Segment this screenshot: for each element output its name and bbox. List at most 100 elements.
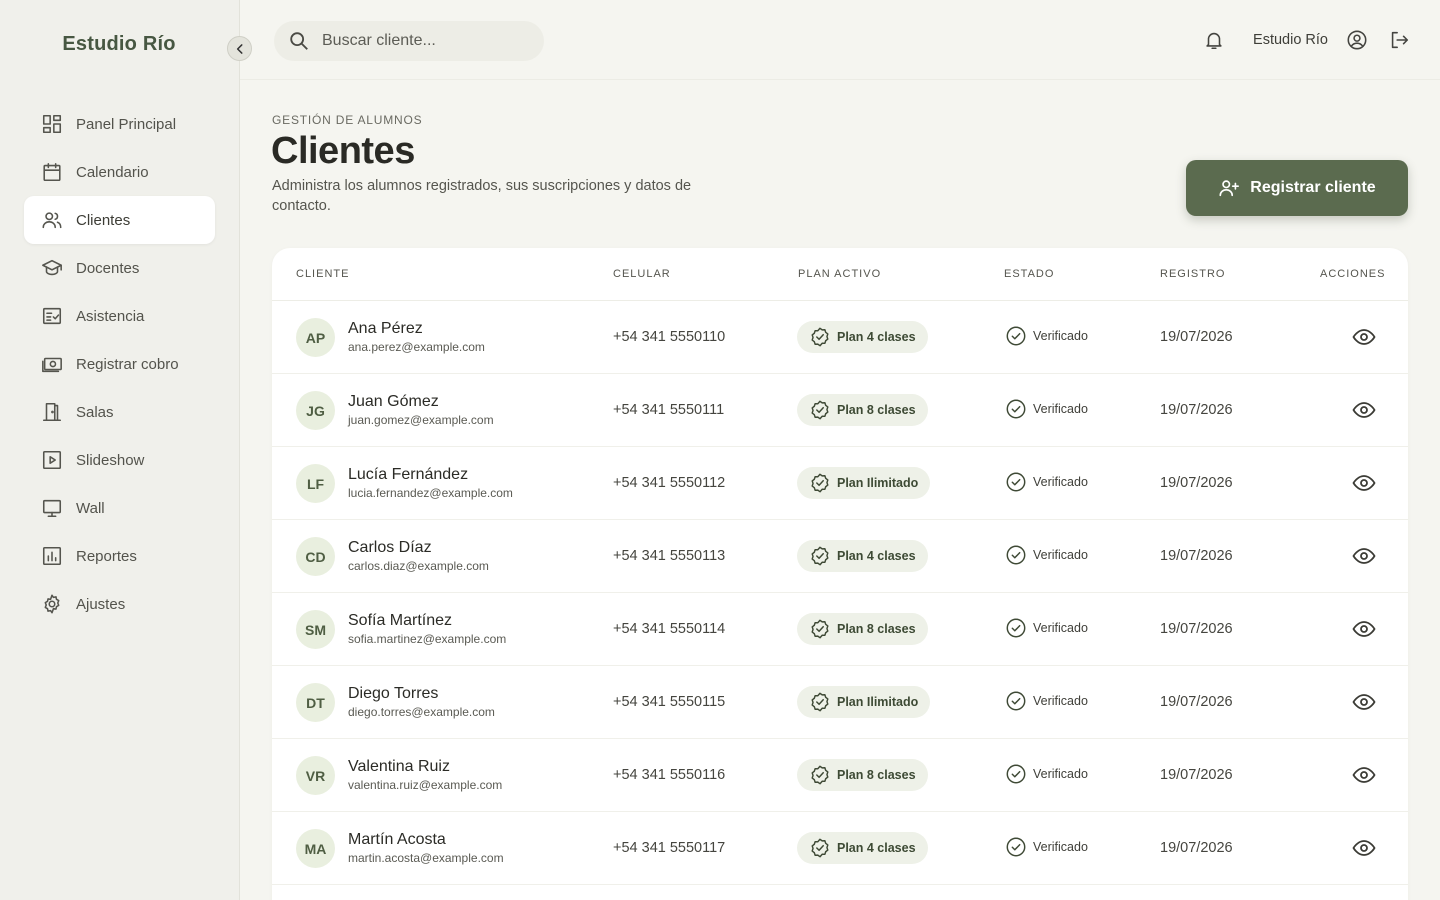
sidebar-item-label: Slideshow: [76, 451, 145, 469]
eye-icon: [1352, 402, 1376, 418]
plan-label: Plan Ilimitado: [837, 695, 919, 709]
registration-date: 19/07/2026: [1160, 767, 1233, 783]
sidebar-item-label: Wall: [76, 499, 105, 517]
client-name[interactable]: Sofía Martínez: [348, 612, 452, 630]
studio-name: Estudio Río: [1253, 32, 1328, 48]
chart-icon: [40, 544, 64, 568]
client-name[interactable]: Lucía Fernández: [348, 466, 468, 484]
sidebar: Estudio Río Panel Principal Calendario C…: [0, 0, 240, 900]
registration-date: 19/07/2026: [1160, 694, 1233, 710]
plan-label: Plan 8 clases: [837, 403, 916, 417]
client-name[interactable]: Valentina Ruiz: [348, 758, 450, 776]
eye-icon: [1352, 840, 1376, 856]
plan-label: Plan 4 clases: [837, 549, 916, 563]
page-eyebrow: GESTIÓN DE ALUMNOS: [272, 113, 423, 127]
plan-badge: Plan 4 clases: [797, 540, 928, 572]
table-row[interactable]: VR Valentina Ruiz valentina.ruiz@example…: [272, 739, 1408, 812]
table-row[interactable]: LF Lucía Fernández lucia.fernandez@examp…: [272, 447, 1408, 520]
avatar: CD: [296, 537, 335, 576]
client-phone: +54 341 5550110: [613, 329, 726, 345]
table-row[interactable]: CD Carlos Díaz carlos.diaz@example.com +…: [272, 520, 1408, 593]
sidebar-item-panel-principal[interactable]: Panel Principal: [24, 100, 215, 148]
status-label: Verificado: [1033, 475, 1088, 489]
dashboard-icon: [40, 112, 64, 136]
sidebar-item-label: Asistencia: [76, 307, 145, 325]
table-row[interactable]: DT Diego Torres diego.torres@example.com…: [272, 666, 1408, 739]
client-name[interactable]: Juan Gómez: [348, 393, 439, 411]
column-header-cliente[interactable]: CLIENTE: [296, 268, 349, 280]
sidebar-item-clientes[interactable]: Clientes: [24, 196, 215, 244]
account-icon[interactable]: [1346, 29, 1368, 51]
plan-badge: Plan 4 clases: [797, 321, 928, 353]
sidebar-item-ajustes[interactable]: Ajustes: [24, 580, 215, 628]
view-client-button[interactable]: [1350, 471, 1378, 495]
view-client-button[interactable]: [1350, 544, 1378, 568]
view-client-button[interactable]: [1350, 763, 1378, 787]
verified-badge-icon: [811, 838, 829, 858]
status-badge: Verificado: [1005, 325, 1088, 347]
search-bar[interactable]: [274, 21, 544, 61]
eye-icon: [1352, 767, 1376, 783]
sidebar-item-docentes[interactable]: Docentes: [24, 244, 215, 292]
view-client-button[interactable]: [1350, 325, 1378, 349]
table-row[interactable]: JG Juan Gómez juan.gomez@example.com +54…: [272, 374, 1408, 447]
verified-badge-icon: [811, 692, 829, 712]
column-header-estado[interactable]: ESTADO: [1004, 268, 1054, 280]
table-row[interactable]: AP Ana Pérez ana.perez@example.com +54 3…: [272, 301, 1408, 374]
sidebar-item-wall[interactable]: Wall: [24, 484, 215, 532]
client-phone: +54 341 5550113: [613, 548, 726, 564]
client-phone: +54 341 5550112: [613, 475, 726, 491]
page-title: Clientes: [271, 130, 415, 172]
plan-label: Plan 4 clases: [837, 841, 916, 855]
client-email: diego.torres@example.com: [348, 705, 495, 719]
sidebar-item-asistencia[interactable]: Asistencia: [24, 292, 215, 340]
view-client-button[interactable]: [1350, 398, 1378, 422]
client-name[interactable]: Diego Torres: [348, 685, 438, 703]
sidebar-item-slideshow[interactable]: Slideshow: [24, 436, 215, 484]
client-name[interactable]: Carlos Díaz: [348, 539, 432, 557]
status-badge: Verificado: [1005, 690, 1088, 712]
register-client-button[interactable]: Registrar cliente: [1186, 160, 1408, 216]
status-label: Verificado: [1033, 767, 1088, 781]
view-client-button[interactable]: [1350, 690, 1378, 714]
checklist-icon: [40, 304, 64, 328]
column-header-registro[interactable]: REGISTRO: [1160, 268, 1225, 280]
sidebar-item-label: Panel Principal: [76, 115, 177, 133]
table-row[interactable]: MA Martín Acosta martin.acosta@example.c…: [272, 812, 1408, 885]
user-plus-icon: [1219, 180, 1240, 197]
verified-badge-icon: [811, 400, 829, 420]
check-circle-icon: [1006, 545, 1026, 565]
logout-icon[interactable]: [1388, 29, 1410, 51]
monitor-icon: [40, 496, 64, 520]
sidebar-item-calendario[interactable]: Calendario: [24, 148, 215, 196]
column-header-plan[interactable]: PLAN ACTIVO: [798, 268, 881, 280]
table-header: CLIENTE CELULAR PLAN ACTIVO ESTADO REGIS…: [272, 248, 1408, 301]
clients-table: CLIENTE CELULAR PLAN ACTIVO ESTADO REGIS…: [272, 248, 1408, 900]
sidebar-item-reportes[interactable]: Reportes: [24, 532, 215, 580]
verified-badge-icon: [811, 619, 829, 639]
sidebar-item-registrar-cobro[interactable]: Registrar cobro: [24, 340, 215, 388]
sidebar-item-salas[interactable]: Salas: [24, 388, 215, 436]
client-name[interactable]: Martín Acosta: [348, 831, 446, 849]
view-client-button[interactable]: [1350, 617, 1378, 641]
search-input[interactable]: [322, 32, 532, 50]
search-icon: [290, 32, 308, 50]
plan-badge: Plan 8 clases: [797, 759, 928, 791]
client-email: martin.acosta@example.com: [348, 851, 504, 865]
status-label: Verificado: [1033, 840, 1088, 854]
sidebar-item-label: Calendario: [76, 163, 149, 181]
table-row[interactable]: SM Sofía Martínez sofia.martinez@example…: [272, 593, 1408, 666]
view-client-button[interactable]: [1350, 836, 1378, 860]
bell-icon[interactable]: [1203, 29, 1225, 51]
avatar: MA: [296, 829, 335, 868]
plan-badge: Plan Ilimitado: [797, 686, 931, 718]
column-header-celular[interactable]: CELULAR: [613, 268, 671, 280]
users-icon: [40, 208, 64, 232]
client-name[interactable]: Ana Pérez: [348, 320, 423, 338]
gear-icon: [40, 592, 64, 616]
topbar: Estudio Río: [240, 0, 1440, 80]
check-circle-icon: [1006, 326, 1026, 346]
sidebar-item-label: Registrar cobro: [76, 355, 179, 373]
collapse-sidebar-button[interactable]: [227, 36, 252, 61]
status-label: Verificado: [1033, 548, 1088, 562]
